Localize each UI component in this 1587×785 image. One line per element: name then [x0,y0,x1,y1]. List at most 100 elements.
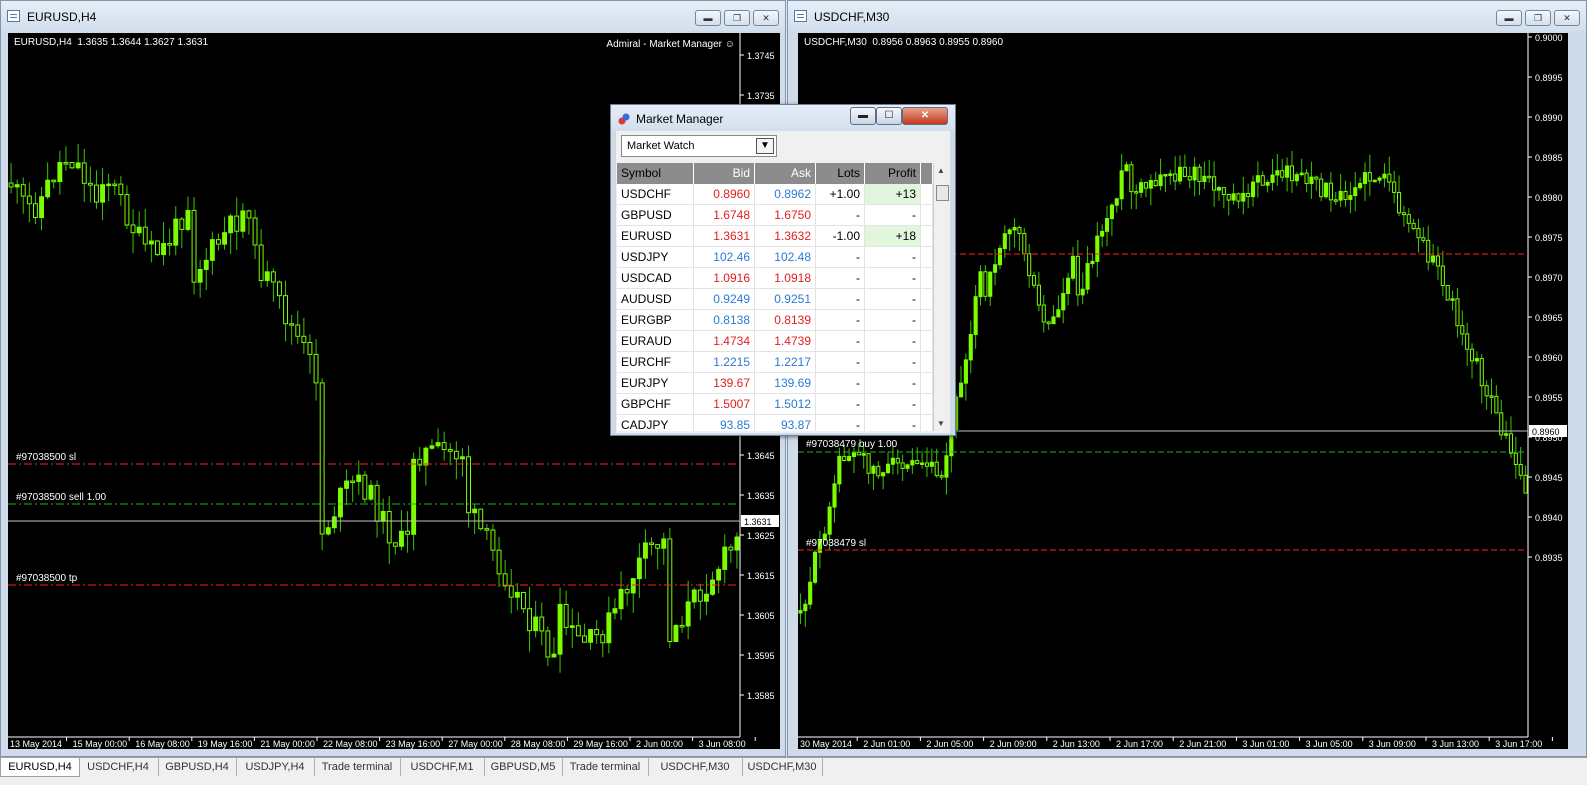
scroll-up-icon[interactable]: ▲ [937,166,945,175]
tab-usdchf-m30[interactable]: USDCHF,M30 [648,758,743,776]
candle-body [803,603,808,612]
table-scrollbar[interactable]: ▲ ▼ [933,163,950,431]
candle-body [832,483,837,508]
table-row[interactable]: AUDUSD 0.9249 0.9251- - [617,289,933,310]
column-header-symbol[interactable]: Symbol [617,163,694,184]
dialog-titlebar[interactable]: Market Manager ▬ ☐ ✕ [611,105,955,131]
candle-body [472,508,478,514]
candle-body [191,209,197,283]
symbol-cell: USDCHF [617,184,694,204]
table-row[interactable]: GBPUSD 1.6748 1.6750- - [617,205,933,226]
scrollbar-thumb[interactable] [936,185,949,201]
candle-body [1129,164,1134,193]
candle-body [508,585,514,598]
minimize-button[interactable]: ▬ [850,107,876,125]
lots-cell: -1.00 [816,226,865,246]
candle-body [1440,265,1445,286]
candle-body [929,461,934,467]
minimize-button[interactable]: ▬ [1496,10,1522,26]
view-dropdown[interactable]: Market Watch ▼ [621,135,777,157]
candle-body [264,271,270,281]
column-header-lots[interactable]: Lots [816,163,865,184]
table-row[interactable]: USDCHF 0.8960 0.8962 +1.00 +13 [617,184,933,205]
restore-button[interactable]: ❐ [1525,10,1551,26]
tab-gbpusd-h4[interactable]: GBPUSD,H4 [158,758,237,776]
scroll-down-icon[interactable]: ▼ [937,419,945,428]
time-tick-label: 2 Jun 17:00 [1116,739,1163,749]
candle-body [57,162,63,183]
market-manager-dialog[interactable]: Market Manager ▬ ☐ ✕ Market Watch ▼ Symb… [610,104,956,436]
candle-body [827,506,832,535]
candle-body [600,634,606,644]
profit-cell: - [865,394,921,414]
stop-loss-label: #97038500 sl [16,452,77,463]
candle-body [1460,325,1465,335]
profit-cell: - [865,268,921,288]
candle-body [1392,181,1397,193]
candle-body [215,239,221,245]
bid-cell: 1.4734 [694,331,755,351]
minimize-button[interactable]: ▬ [695,10,721,26]
column-header-profit[interactable]: Profit [865,163,921,184]
column-header-bid[interactable]: Bid [694,163,755,184]
candle-body [289,323,295,326]
table-row[interactable]: EURJPY 139.67 139.69- - [617,373,933,394]
price-tick-label: 0.8935 [1535,553,1563,563]
window-titlebar[interactable]: EURUSD,H4 ▬ ❐ ✕ [1,1,785,31]
lots-cell: - [816,310,865,330]
lots-cell: - [816,352,865,372]
candle-body [32,203,38,219]
ask-cell: 0.9251 [755,289,816,309]
column-header-ask[interactable]: Ask [755,163,816,184]
candle-body [1031,275,1037,286]
time-tick-label: 3 Jun 01:00 [1242,739,1289,749]
table-row[interactable]: GBPCHF 1.5007 1.5012- - [617,394,933,415]
candle-body [881,472,886,477]
table-row[interactable]: USDJPY 102.46 102.48- - [617,247,933,268]
chevron-down-icon[interactable]: ▼ [756,138,774,154]
candle-body [798,610,803,614]
tab-usdchf-m1[interactable]: USDCHF,M1 [400,758,485,776]
table-row[interactable]: EURAUD 1.4734 1.4739- - [617,331,933,352]
candle-body [1382,173,1387,179]
restore-button[interactable]: ❐ [724,10,750,26]
candle-body [588,629,594,643]
candle-body [1299,172,1304,176]
window-titlebar[interactable]: USDCHF,M30 ▬ ❐ ✕ [788,1,1586,31]
table-row[interactable]: EURUSD 1.3631 1.3632 -1.00 +18 [617,226,933,247]
candle-body [1401,212,1406,216]
close-button[interactable]: ✕ [753,10,779,26]
tab-gbpusd-m5[interactable]: GBPUSD,M5 [484,758,563,776]
table-row[interactable]: EURGBP 0.8138 0.8139- - [617,310,933,331]
row-spacer [921,247,933,267]
candle-body [1484,385,1489,397]
tab-usdchf-h4[interactable]: USDCHF,H4 [78,758,159,776]
tab-eurusd-h4[interactable]: EURUSD,H4 [0,758,80,777]
table-row[interactable]: CADJPY 93.85 93.87- - [617,415,933,431]
tab-trade-terminal[interactable]: Trade terminal [562,758,649,776]
candle-body [228,215,234,234]
table-row[interactable]: USDCAD 1.0916 1.0918- - [617,268,933,289]
candle-body [856,451,861,456]
candle-body [612,608,618,614]
candle-body [1474,358,1479,362]
market-manager-indicator-label: Admiral - Market Manager ☺ [606,39,735,50]
candle-body [900,462,905,469]
ask-cell: 0.8139 [755,310,816,330]
tab-usdjpy-h4[interactable]: USDJPY,H4 [236,758,315,776]
close-button[interactable]: ✕ [1554,10,1580,26]
candle-body [1114,198,1119,206]
candle-body [924,462,930,467]
candle-body [81,162,87,184]
table-row[interactable]: EURCHF 1.2215 1.2217- - [617,352,933,373]
tab-usdchf-m30[interactable]: USDCHF,M30 [742,758,823,776]
candle-body [246,210,252,219]
candle-body [988,271,993,297]
tab-trade-terminal[interactable]: Trade terminal [314,758,401,776]
close-button[interactable]: ✕ [902,107,948,125]
lots-cell: - [816,331,865,351]
candle-body [861,453,866,456]
candle-body [337,487,343,518]
maximize-button[interactable]: ☐ [876,107,902,125]
ask-cell: 0.8962 [755,184,816,204]
